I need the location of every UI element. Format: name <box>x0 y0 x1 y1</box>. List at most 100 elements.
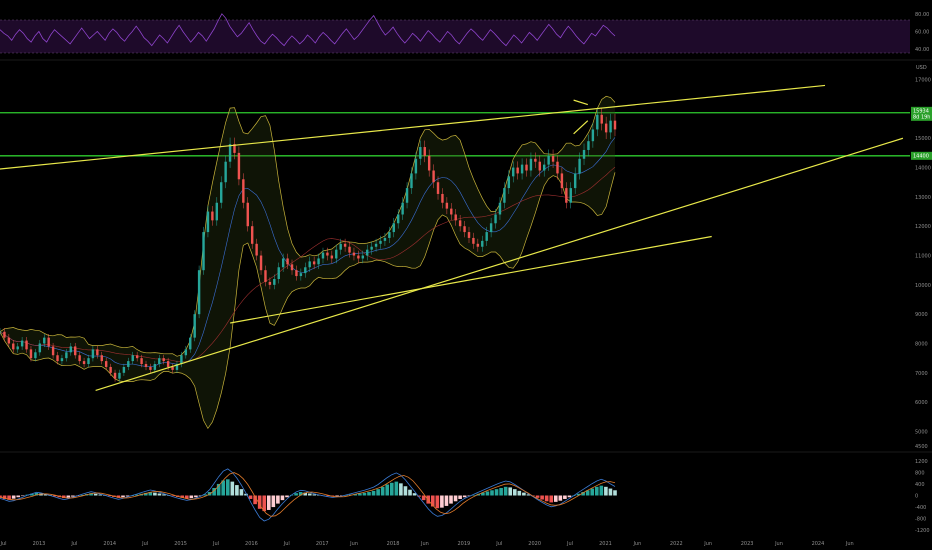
candle-body <box>91 349 95 359</box>
candle-body <box>312 261 316 265</box>
price-tick-label: 15000 <box>915 136 931 142</box>
candle-body <box>374 243 378 247</box>
time-tick-label: 2023 <box>741 541 754 547</box>
candle-body <box>290 264 294 271</box>
rsi-tick-label: 80.00 <box>915 12 929 18</box>
macd-histogram-bar <box>248 495 253 499</box>
candle-body <box>485 232 488 241</box>
macd-histogram-bar <box>266 495 271 510</box>
candle-body <box>445 202 449 209</box>
macd-histogram-bar <box>544 495 549 502</box>
candle-body <box>467 232 471 238</box>
price-badge-label: 14400 <box>913 153 929 159</box>
countdown-label: 8d 19h <box>913 114 930 120</box>
candle-body <box>299 273 303 277</box>
candle-body <box>268 281 272 285</box>
candle-body <box>109 366 112 373</box>
time-tick-label: 2022 <box>670 541 683 547</box>
candle-body <box>326 252 329 256</box>
candle-body <box>529 158 533 171</box>
candle-body <box>401 202 404 215</box>
candle-body <box>286 258 289 265</box>
candle-body <box>246 202 249 227</box>
candle-body <box>534 158 537 162</box>
candle-body <box>366 249 369 256</box>
time-tick-label: Jul <box>283 541 290 547</box>
candle-body <box>516 167 519 174</box>
macd-histogram-bar <box>294 493 298 496</box>
candle-body <box>436 182 440 194</box>
price-tick-label: 17000 <box>915 78 931 84</box>
candle-body <box>472 237 475 244</box>
macd-tick-label: 0 <box>915 494 918 500</box>
candle-body <box>51 346 55 356</box>
candle-body <box>361 255 365 259</box>
candle-body <box>34 352 37 359</box>
candle-body <box>405 188 409 203</box>
candle-body <box>419 147 422 159</box>
macd-histogram-bar <box>599 485 604 496</box>
candle-body <box>582 149 586 159</box>
candle-body <box>414 158 418 174</box>
macd-histogram-bar <box>517 490 522 496</box>
macd-histogram-bar <box>449 495 453 504</box>
candle-body <box>149 366 152 370</box>
candle-body <box>197 270 201 315</box>
macd-histogram-bar <box>558 495 563 501</box>
candle-body <box>543 164 546 171</box>
macd-histogram-bar <box>590 488 595 496</box>
candle-body <box>494 214 497 224</box>
macd-histogram-bar <box>563 495 567 499</box>
candle-body <box>242 179 245 203</box>
candle-body <box>104 361 108 367</box>
candle-body <box>600 114 603 124</box>
macd-histogram-bar <box>453 495 458 502</box>
candle-body <box>556 161 559 174</box>
macd-histogram-bar <box>508 487 513 496</box>
macd-histogram-bar <box>271 495 276 508</box>
candle-body <box>228 144 232 162</box>
candle-body <box>392 223 395 233</box>
macd-histogram-bar <box>285 495 289 498</box>
candle-body <box>29 349 33 359</box>
trading-chart[interactable]: 80.0060.0040.00 USD 17000160001500014000… <box>0 0 932 550</box>
candle-body <box>259 255 263 271</box>
price-tick-label: 9000 <box>915 312 928 318</box>
macd-histogram-bar <box>594 486 599 496</box>
candle-body <box>454 214 457 221</box>
candle-body <box>69 346 72 353</box>
candle-body <box>202 232 205 271</box>
price-tick-label: 10000 <box>915 283 931 289</box>
candle-body <box>295 270 298 277</box>
time-tick-label: 2016 <box>245 541 258 547</box>
candle-body <box>74 346 77 356</box>
candle-body <box>0 331 2 333</box>
time-tick-label: Jun <box>420 541 429 547</box>
candle-body <box>144 364 148 367</box>
candle-body <box>317 258 320 265</box>
candle-body <box>3 331 6 338</box>
candle-body <box>215 202 219 221</box>
macd-histogram-bar <box>66 495 71 498</box>
candle-body <box>189 337 192 350</box>
candle-body <box>587 141 590 150</box>
macd-histogram-bar <box>335 495 339 497</box>
candle-body <box>304 267 307 274</box>
rsi-tick-label: 60.00 <box>915 30 929 36</box>
macd-tick-label: -1200 <box>915 528 930 534</box>
macd-histogram-bar <box>608 488 613 496</box>
candle-body <box>162 358 165 362</box>
candle-body <box>339 243 342 250</box>
time-tick-label: Jun <box>774 541 783 547</box>
macd-histogram-bar <box>11 495 16 499</box>
macd-histogram-bar <box>16 495 21 498</box>
time-tick-label: Jun <box>349 541 358 547</box>
macd-histogram-bar <box>440 495 444 508</box>
candle-body <box>560 173 564 189</box>
time-tick-label: 2015 <box>174 541 187 547</box>
candle-body <box>220 182 223 203</box>
candle-body <box>348 246 351 253</box>
macd-histogram-bar <box>535 495 540 498</box>
candle-body <box>330 255 334 259</box>
candle-body <box>383 237 387 241</box>
